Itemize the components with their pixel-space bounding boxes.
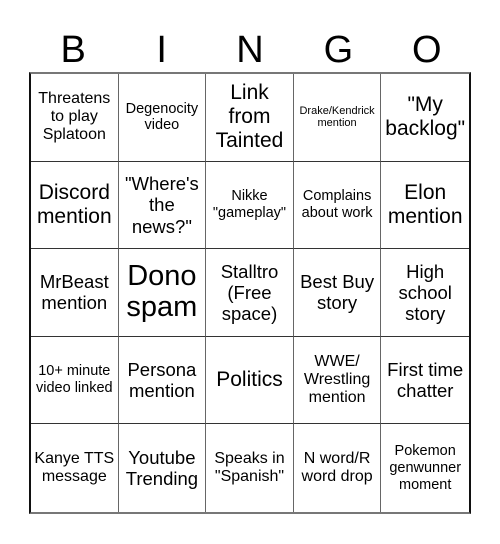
- bingo-cell[interactable]: Degenocity video: [118, 74, 207, 162]
- bingo-header: B I N G O: [29, 28, 471, 72]
- bingo-cell[interactable]: Threatens to play Splatoon: [31, 74, 119, 162]
- bingo-cell[interactable]: First time chatter: [381, 337, 469, 425]
- bingo-grid: Threatens to play Splatoon Degenocity vi…: [29, 72, 471, 514]
- bingo-cell[interactable]: MrBeast mention: [31, 249, 119, 337]
- bingo-cell[interactable]: "Where's the news?": [118, 161, 207, 250]
- bingo-cell[interactable]: Drake/Kendrick mention: [293, 74, 382, 162]
- bingo-cell[interactable]: Elon mention: [381, 162, 469, 250]
- bingo-cell[interactable]: Persona mention: [118, 336, 207, 425]
- bingo-cell[interactable]: Link from Tainted: [206, 74, 294, 162]
- bingo-cell[interactable]: Dono spam: [118, 249, 207, 337]
- bingo-cell[interactable]: Discord mention: [31, 161, 119, 250]
- bingo-cell[interactable]: N word/R word drop: [294, 424, 382, 512]
- header-letter-n: N: [236, 29, 264, 71]
- bingo-cell[interactable]: Speaks in "Spanish": [206, 424, 294, 512]
- header-letter-b: B: [60, 29, 86, 71]
- header-letter-o: O: [412, 29, 442, 71]
- bingo-cell[interactable]: Best Buy story: [293, 249, 382, 337]
- bingo-cell[interactable]: Youtube Trending: [119, 424, 207, 512]
- bingo-cell[interactable]: Kanye TTS message: [31, 424, 119, 512]
- bingo-cell[interactable]: Complains about work: [293, 161, 382, 250]
- header-letter-g: G: [323, 29, 354, 71]
- bingo-cell[interactable]: WWE/ Wrestling mention: [293, 336, 382, 425]
- bingo-cell[interactable]: 10+ minute video linked: [31, 336, 119, 425]
- bingo-cell[interactable]: Pokemon genwunner moment: [381, 424, 469, 512]
- header-letter-i: I: [156, 29, 167, 71]
- bingo-cell[interactable]: Politics: [206, 336, 294, 425]
- bingo-cell[interactable]: High school story: [381, 249, 469, 337]
- bingo-cell[interactable]: "My backlog": [381, 74, 469, 162]
- bingo-cell[interactable]: Nikke "gameplay": [206, 161, 294, 250]
- bingo-cell free-space[interactable]: Stalltro (Free space): [206, 249, 294, 337]
